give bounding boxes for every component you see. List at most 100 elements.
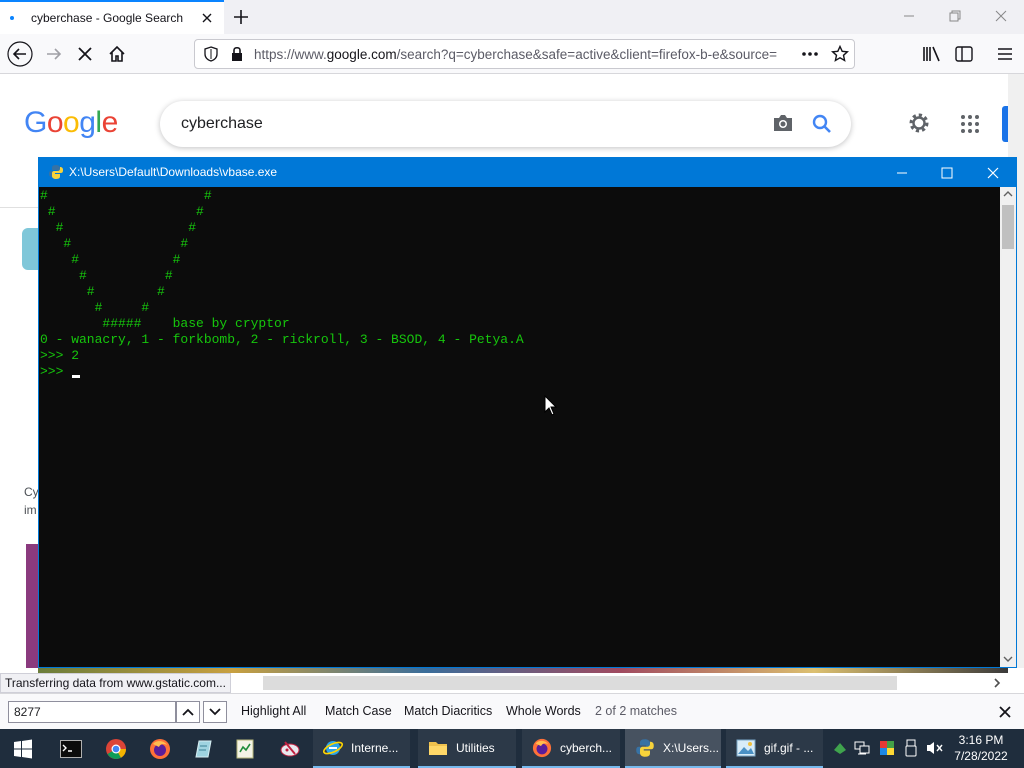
close-window-icon[interactable]: [978, 0, 1024, 32]
console-line: # #: [40, 236, 189, 251]
console-close-icon[interactable]: [970, 158, 1016, 187]
url-text: https://www.google.com/search?q=cybercha…: [254, 47, 794, 62]
scroll-right-arrow-icon[interactable]: [992, 676, 1002, 690]
settings-gear-icon[interactable]: [906, 110, 932, 136]
result-snippet: im: [24, 503, 37, 517]
firefox-icon[interactable]: [137, 729, 183, 768]
console-line: # #: [40, 284, 165, 299]
console-output[interactable]: # # # # # # # # # # # # # # # # ##### ba…: [39, 187, 1000, 667]
library-icon[interactable]: [918, 40, 946, 68]
chrome-icon[interactable]: [93, 729, 139, 768]
paint-icon[interactable]: [267, 729, 313, 768]
horizontal-scrollbar[interactable]: [263, 676, 897, 690]
find-input[interactable]: 8277: [8, 701, 176, 723]
console-window[interactable]: X:\Users\Default\Downloads\vbase.exe # #…: [38, 157, 1017, 668]
thumbnail-image[interactable]: [22, 228, 38, 270]
google-logo-letter: g: [79, 106, 96, 139]
taskbar-item-image-viewer[interactable]: gif.gif - ...: [726, 729, 823, 768]
url-path: /search?q=cyberchase&safe=active&client=…: [396, 47, 778, 62]
whole-words-toggle[interactable]: Whole Words: [506, 704, 581, 718]
forward-icon[interactable]: [40, 40, 68, 68]
taskbar-item-internet-explorer[interactable]: Interne...: [313, 729, 410, 768]
ie-icon: [323, 740, 343, 755]
console-line: # #: [40, 252, 181, 267]
clock-date: 7/28/2022: [954, 749, 1008, 763]
search-input[interactable]: cyberchase: [181, 115, 263, 133]
find-close-icon[interactable]: [997, 704, 1013, 720]
system-clock[interactable]: 3:16 PM 7/28/2022: [950, 732, 1012, 764]
console-line: # #: [40, 220, 197, 235]
find-previous-icon[interactable]: [176, 701, 200, 723]
console-prompt-line: >>>: [40, 364, 72, 379]
console-scroll-thumb[interactable]: [1002, 205, 1014, 249]
google-search-box[interactable]: cyberchase: [160, 101, 851, 147]
tab-strip: cyberchase - Google Search: [0, 0, 1024, 34]
sidebar-icon[interactable]: [950, 40, 978, 68]
restore-window-icon[interactable]: [932, 0, 978, 32]
usb-device-icon[interactable]: [904, 739, 918, 757]
more-icon[interactable]: [801, 46, 819, 62]
match-diacritics-toggle[interactable]: Match Diacritics: [404, 704, 492, 718]
google-logo-letter: e: [101, 106, 119, 139]
menu-icon[interactable]: [991, 40, 1019, 68]
new-tab-icon[interactable]: [230, 6, 252, 28]
google-logo-letter: G: [24, 106, 47, 139]
console-minimize-icon[interactable]: [879, 158, 925, 187]
stop-icon[interactable]: [71, 40, 99, 68]
console-title: X:\Users\Default\Downloads\vbase.exe: [69, 165, 278, 179]
mouse-pointer-icon: [544, 395, 558, 417]
url-domain: google.com: [326, 47, 397, 62]
google-logo[interactable]: Google: [24, 106, 118, 140]
color-app-icon[interactable]: [879, 740, 895, 756]
scroll-up-icon[interactable]: [1003, 190, 1013, 198]
network-icon[interactable]: [854, 740, 870, 756]
match-count: 2 of 2 matches: [595, 704, 677, 718]
shield-icon[interactable]: [203, 46, 219, 62]
console-line: # #: [40, 268, 173, 283]
camera-icon[interactable]: [771, 112, 795, 134]
match-case-toggle[interactable]: Match Case: [325, 704, 392, 718]
console-line: # #: [40, 204, 204, 219]
lock-icon[interactable]: [230, 46, 244, 62]
search-icon[interactable]: [811, 113, 833, 135]
url-bar[interactable]: https://www.google.com/search?q=cybercha…: [194, 39, 855, 69]
taskbar-item-label: cyberch...: [560, 740, 613, 755]
back-icon[interactable]: [6, 40, 34, 68]
home-icon[interactable]: [103, 40, 131, 68]
taskbar-item-console[interactable]: X:\Users...: [625, 729, 721, 768]
taskbar-item-utilities[interactable]: Utilities: [418, 729, 516, 768]
tab-title: cyberchase - Google Search: [31, 11, 184, 25]
taskbar-item-label: gif.gif - ...: [764, 740, 814, 755]
bookmark-star-icon[interactable]: [831, 45, 849, 63]
console-line: ##### base by cryptor: [40, 316, 290, 331]
notepad-icon[interactable]: [181, 729, 227, 768]
tab-google-search[interactable]: cyberchase - Google Search: [0, 0, 224, 34]
taskbar-item-label: Interne...: [351, 740, 399, 755]
tray-app-icon[interactable]: [832, 740, 848, 756]
cmd-icon[interactable]: [48, 729, 94, 768]
loading-dot-icon: [10, 16, 14, 20]
volume-muted-icon[interactable]: [926, 740, 944, 756]
python-icon: [48, 164, 64, 180]
console-line: # #: [40, 188, 212, 203]
find-next-icon[interactable]: [203, 701, 227, 723]
windows-start-icon[interactable]: [0, 729, 46, 768]
spreadsheet-icon[interactable]: [222, 729, 268, 768]
scroll-down-icon[interactable]: [1003, 655, 1013, 663]
apps-grid-icon[interactable]: [960, 114, 980, 134]
minimize-window-icon[interactable]: [886, 0, 932, 32]
text-cursor: [72, 375, 80, 378]
highlight-all-toggle[interactable]: Highlight All: [241, 704, 306, 718]
image-viewer-icon: [736, 739, 756, 756]
folder-icon: [429, 741, 447, 755]
console-title-bar[interactable]: X:\Users\Default\Downloads\vbase.exe: [39, 158, 1016, 187]
console-line: # #: [40, 300, 150, 315]
url-prefix: https://www.: [254, 47, 327, 62]
google-logo-letter: o: [63, 106, 80, 139]
console-scrollbar[interactable]: [1000, 187, 1016, 667]
taskbar-item-label: X:\Users...: [663, 740, 720, 755]
console-maximize-icon[interactable]: [924, 158, 970, 187]
taskbar-item-firefox[interactable]: cyberch...: [522, 729, 620, 768]
image-result[interactable]: [26, 544, 38, 668]
tab-close-icon[interactable]: [198, 9, 216, 27]
